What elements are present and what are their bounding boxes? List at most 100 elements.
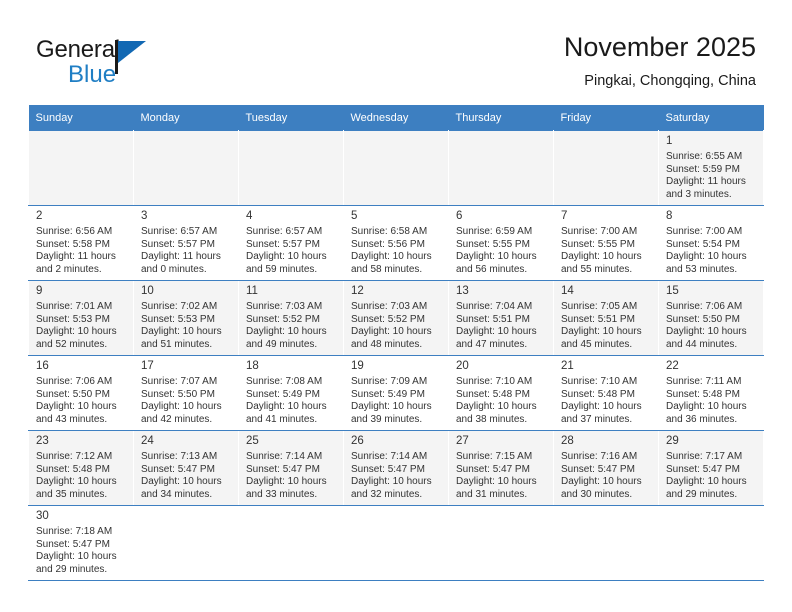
calendar-day-cell[interactable]: 27 Sunrise: 7:15 AM Sunset: 5:47 PM Dayligh… — [448, 430, 554, 506]
logo-flag-icon — [118, 41, 146, 63]
calendar-day-cell[interactable]: 13 Sunrise: 7:04 AM Sunset: 5:51 PM Dayligh… — [448, 280, 554, 356]
calendar-day-cell[interactable]: 19 Sunrise: 7:09 AM Sunset: 5:49 PM Dayligh… — [343, 355, 449, 431]
weekday-header-sunday: Sunday — [28, 105, 134, 131]
day-number: 28 — [561, 435, 574, 447]
calendar-day-cell[interactable]: 30 Sunrise: 7:18 AM Sunset: 5:47 PM Dayligh… — [28, 505, 134, 581]
calendar-day-cell[interactable]: 26 Sunrise: 7:14 AM Sunset: 5:47 PM Dayligh… — [343, 430, 449, 506]
day-sun-info: Sunrise: 7:18 AM Sunset: 5:47 PM Daylight:… — [30, 526, 133, 576]
calendar-day-cell[interactable]: 28 Sunrise: 7:16 AM Sunset: 5:47 PM Dayligh… — [553, 430, 659, 506]
daylight-text-line1: Daylight: 10 hours — [666, 326, 747, 338]
calendar-cell-empty — [448, 130, 554, 206]
page-header: General Blue November 2025 Pingkai, Chon… — [0, 0, 792, 104]
sunset-text: Sunset: 5:59 PM — [666, 163, 740, 175]
sunset-text: Sunset: 5:52 PM — [246, 313, 320, 325]
sunset-text: Sunset: 5:48 PM — [666, 388, 740, 400]
calendar-day-cell[interactable]: 29 Sunrise: 7:17 AM Sunset: 5:47 PM Dayligh… — [658, 430, 764, 506]
day-sun-info: Sunrise: 7:05 AM Sunset: 5:51 PM Daylight:… — [555, 301, 658, 351]
sunset-text: Sunset: 5:53 PM — [141, 313, 215, 325]
calendar-cell-empty — [658, 505, 764, 581]
day-sun-info: Sunrise: 7:11 AM Sunset: 5:48 PM Daylight:… — [660, 376, 763, 426]
sunrise-text: Sunrise: 7:14 AM — [246, 451, 323, 462]
calendar-cell-empty — [448, 505, 554, 581]
sunset-text: Sunset: 5:49 PM — [246, 388, 320, 400]
day-sun-info: Sunrise: 6:55 AM Sunset: 5:59 PM Daylight:… — [660, 151, 763, 201]
calendar-cell-empty — [238, 130, 344, 206]
calendar-day-cell[interactable]: 12 Sunrise: 7:03 AM Sunset: 5:52 PM Dayligh… — [343, 280, 449, 356]
calendar-day-cell[interactable]: 25 Sunrise: 7:14 AM Sunset: 5:47 PM Dayligh… — [238, 430, 344, 506]
day-sun-info: Sunrise: 7:10 AM Sunset: 5:48 PM Daylight:… — [555, 376, 658, 426]
calendar-week-row: 2 Sunrise: 6:56 AM Sunset: 5:58 PM Daylight… — [28, 205, 764, 281]
calendar-day-cell[interactable]: 6 Sunrise: 6:59 AM Sunset: 5:55 PM Daylight… — [448, 205, 554, 281]
daylight-text-line2: and 43 minutes. — [36, 413, 108, 425]
sunset-text: Sunset: 5:50 PM — [141, 388, 215, 400]
calendar-day-cell[interactable]: 23 Sunrise: 7:12 AM Sunset: 5:48 PM Dayligh… — [28, 430, 134, 506]
calendar-day-cell[interactable]: 17 Sunrise: 7:07 AM Sunset: 5:50 PM Dayligh… — [133, 355, 239, 431]
calendar-day-cell[interactable]: 3 Sunrise: 6:57 AM Sunset: 5:57 PM Daylight… — [133, 205, 239, 281]
daylight-text-line2: and 58 minutes. — [351, 263, 423, 275]
sunset-text: Sunset: 5:47 PM — [351, 463, 425, 475]
daylight-text-line1: Daylight: 10 hours — [666, 476, 747, 488]
calendar-day-cell[interactable]: 10 Sunrise: 7:02 AM Sunset: 5:53 PM Dayligh… — [133, 280, 239, 356]
day-sun-info: Sunrise: 7:02 AM Sunset: 5:53 PM Daylight:… — [135, 301, 238, 351]
sunrise-text: Sunrise: 7:02 AM — [141, 301, 218, 312]
day-sun-info: Sunrise: 7:03 AM Sunset: 5:52 PM Daylight:… — [345, 301, 448, 351]
daylight-text-line1: Daylight: 11 hours — [36, 251, 116, 263]
daylight-text-line2: and 32 minutes. — [351, 488, 423, 500]
daylight-text-line2: and 0 minutes. — [141, 263, 207, 275]
sunset-text: Sunset: 5:55 PM — [456, 238, 530, 250]
sunrise-text: Sunrise: 7:12 AM — [36, 451, 113, 462]
calendar-day-cell[interactable]: 21 Sunrise: 7:10 AM Sunset: 5:48 PM Dayligh… — [553, 355, 659, 431]
daylight-text-line2: and 41 minutes. — [246, 413, 318, 425]
sunrise-text: Sunrise: 7:01 AM — [36, 301, 113, 312]
calendar-cell-empty — [133, 505, 239, 581]
calendar-day-cell[interactable]: 8 Sunrise: 7:00 AM Sunset: 5:54 PM Daylight… — [658, 205, 764, 281]
weekday-header-thursday: Thursday — [448, 105, 554, 131]
daylight-text-line2: and 59 minutes. — [246, 263, 318, 275]
sunrise-text: Sunrise: 7:03 AM — [246, 301, 323, 312]
daylight-text-line1: Daylight: 10 hours — [561, 401, 642, 413]
sunset-text: Sunset: 5:47 PM — [666, 463, 740, 475]
daylight-text-line2: and 33 minutes. — [246, 488, 318, 500]
daylight-text-line1: Daylight: 10 hours — [246, 476, 327, 488]
day-sun-info: Sunrise: 7:10 AM Sunset: 5:48 PM Daylight:… — [450, 376, 553, 426]
calendar-day-cell[interactable]: 14 Sunrise: 7:05 AM Sunset: 5:51 PM Dayligh… — [553, 280, 659, 356]
day-sun-info: Sunrise: 7:00 AM Sunset: 5:54 PM Daylight:… — [660, 226, 763, 276]
calendar-day-cell[interactable]: 5 Sunrise: 6:58 AM Sunset: 5:56 PM Daylight… — [343, 205, 449, 281]
day-sun-info: Sunrise: 7:14 AM Sunset: 5:47 PM Daylight:… — [345, 451, 448, 501]
calendar-day-cell[interactable]: 24 Sunrise: 7:13 AM Sunset: 5:47 PM Dayligh… — [133, 430, 239, 506]
day-number: 5 — [351, 210, 358, 222]
calendar-cell-empty — [238, 505, 344, 581]
sunrise-text: Sunrise: 7:05 AM — [561, 301, 638, 312]
day-number: 12 — [351, 285, 364, 297]
calendar-day-cell[interactable]: 16 Sunrise: 7:06 AM Sunset: 5:50 PM Dayligh… — [28, 355, 134, 431]
calendar-day-cell[interactable]: 4 Sunrise: 6:57 AM Sunset: 5:57 PM Daylight… — [238, 205, 344, 281]
sunrise-text: Sunrise: 6:55 AM — [666, 151, 743, 162]
calendar-day-cell[interactable]: 2 Sunrise: 6:56 AM Sunset: 5:58 PM Daylight… — [28, 205, 134, 281]
daylight-text-line1: Daylight: 10 hours — [456, 326, 537, 338]
day-number: 23 — [36, 435, 49, 447]
calendar-day-cell[interactable]: 22 Sunrise: 7:11 AM Sunset: 5:48 PM Dayligh… — [658, 355, 764, 431]
sunrise-text: Sunrise: 7:10 AM — [561, 376, 638, 387]
calendar-day-cell[interactable]: 20 Sunrise: 7:10 AM Sunset: 5:48 PM Dayligh… — [448, 355, 554, 431]
general-blue-logo[interactable]: General Blue — [36, 36, 166, 92]
calendar-day-cell[interactable]: 15 Sunrise: 7:06 AM Sunset: 5:50 PM Dayligh… — [658, 280, 764, 356]
daylight-text-line1: Daylight: 10 hours — [141, 401, 222, 413]
daylight-text-line2: and 52 minutes. — [36, 338, 108, 350]
sunset-text: Sunset: 5:53 PM — [36, 313, 110, 325]
weekday-header-friday: Friday — [553, 105, 659, 131]
daylight-text-line2: and 29 minutes. — [666, 488, 738, 500]
calendar-day-cell[interactable]: 11 Sunrise: 7:03 AM Sunset: 5:52 PM Dayligh… — [238, 280, 344, 356]
daylight-text-line2: and 30 minutes. — [561, 488, 633, 500]
calendar-day-cell[interactable]: 18 Sunrise: 7:08 AM Sunset: 5:49 PM Dayligh… — [238, 355, 344, 431]
daylight-text-line1: Daylight: 10 hours — [246, 251, 327, 263]
calendar-day-cell[interactable]: 9 Sunrise: 7:01 AM Sunset: 5:53 PM Daylight… — [28, 280, 134, 356]
calendar-cell-empty — [343, 505, 449, 581]
daylight-text-line2: and 35 minutes. — [36, 488, 108, 500]
day-number: 3 — [141, 210, 148, 222]
calendar-page: General Blue November 2025 Pingkai, Chon… — [0, 0, 792, 612]
calendar-day-cell[interactable]: 7 Sunrise: 7:00 AM Sunset: 5:55 PM Daylight… — [553, 205, 659, 281]
sunrise-text: Sunrise: 7:09 AM — [351, 376, 428, 387]
daylight-text-line1: Daylight: 11 hours — [141, 251, 221, 263]
day-number: 1 — [666, 135, 673, 147]
calendar-day-cell[interactable]: 1 Sunrise: 6:55 AM Sunset: 5:59 PM Daylight… — [658, 130, 764, 206]
